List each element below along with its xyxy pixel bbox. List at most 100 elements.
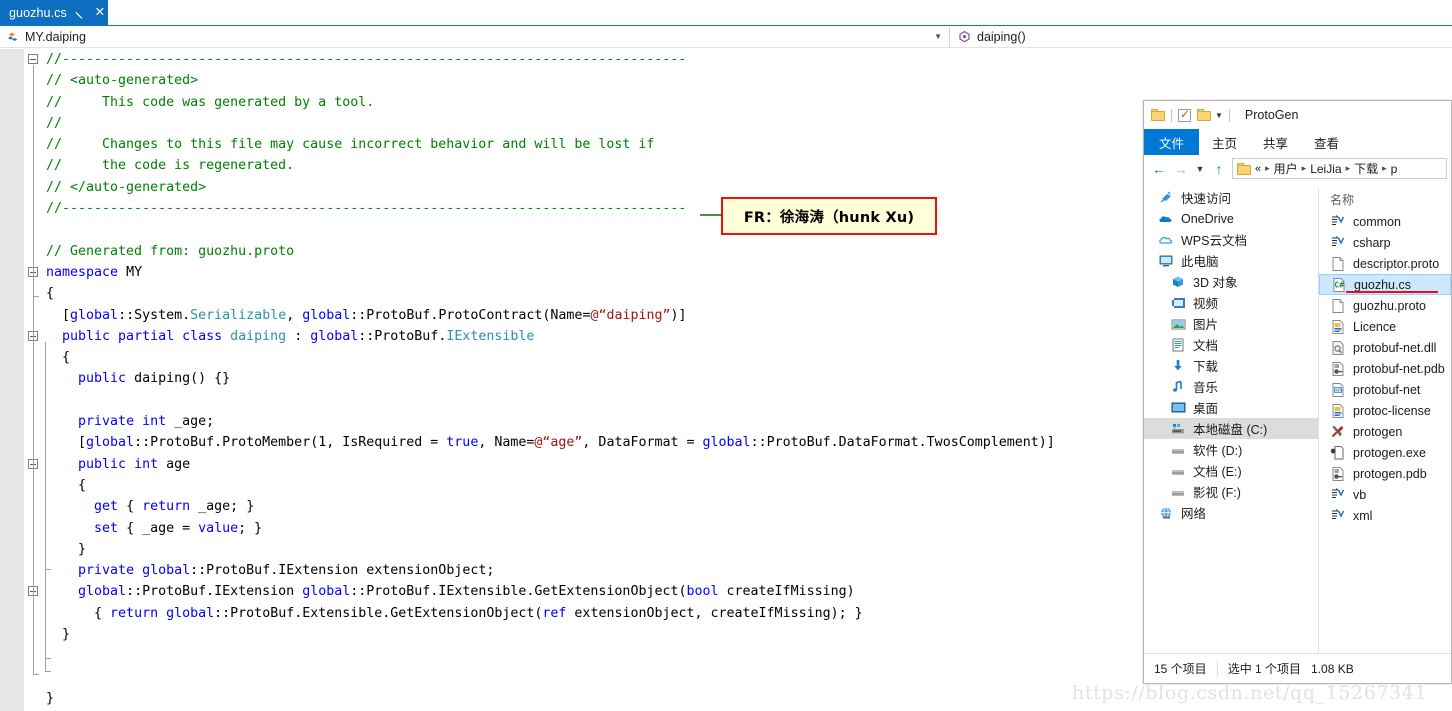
code-token: _age;: [166, 414, 215, 430]
outline-rail: [33, 278, 34, 674]
file-row[interactable]: csharp: [1319, 232, 1451, 253]
code-token: private int: [78, 414, 167, 430]
code-token: set: [94, 520, 119, 536]
script-icon: [1330, 487, 1346, 503]
code-token: , DataFormat =: [582, 435, 703, 451]
code-token: ::ProtoBuf.ProtoContract(Name=: [350, 307, 591, 323]
arrow-right-icon[interactable]: →: [1170, 158, 1192, 180]
nav-item-12[interactable]: 本地磁盘 (C:): [1144, 418, 1318, 439]
code-token: //--------------------------------------…: [46, 52, 687, 67]
nav-item-11[interactable]: 桌面: [1144, 397, 1318, 418]
code-token: extensionObject, createIfMissing); }: [566, 605, 863, 621]
close-icon[interactable]: ✕: [95, 6, 105, 19]
nav-item-15[interactable]: 影视 (F:): [1144, 481, 1318, 502]
nav-item-16[interactable]: 网络: [1144, 502, 1318, 523]
member-dropdown[interactable]: daiping(): [950, 27, 1452, 47]
code-token: global: [702, 435, 751, 451]
nav-item-8[interactable]: 文档: [1144, 334, 1318, 355]
explorer-file-pane[interactable]: 名称 common csharp descriptor.proto C# guozhu.…: [1319, 187, 1451, 653]
file-row[interactable]: C# guozhu.cs: [1319, 274, 1451, 295]
chevron-down-icon[interactable]: ▼: [1215, 111, 1223, 120]
file-row[interactable]: guozhu.proto: [1319, 295, 1451, 316]
nav-item-13[interactable]: 软件 (D:): [1144, 439, 1318, 460]
drive-icon: [1170, 484, 1187, 500]
column-header-name[interactable]: 名称: [1319, 187, 1451, 211]
3d-objects-icon: [1170, 274, 1187, 290]
breadcrumb-item[interactable]: LeiJia: [1310, 162, 1341, 176]
properties-checkbox-icon[interactable]: [1178, 107, 1191, 122]
scope-dropdown[interactable]: MY.daiping ▼: [0, 26, 950, 47]
file-row[interactable]: vb: [1319, 484, 1451, 505]
file-row[interactable]: Licence: [1319, 316, 1451, 337]
nav-item-5[interactable]: 3D 对象: [1144, 271, 1318, 292]
nav-item-10[interactable]: 音乐: [1144, 376, 1318, 397]
nav-item-3[interactable]: WPS云文档: [1144, 229, 1318, 250]
ribbon-tab-3[interactable]: 共享: [1250, 129, 1301, 155]
nav-item-2[interactable]: OneDrive: [1144, 208, 1318, 229]
callout-leader-line: [700, 214, 723, 216]
file-row[interactable]: common: [1319, 211, 1451, 232]
code-token: global: [78, 584, 127, 600]
breadcrumb-item[interactable]: 用户: [1274, 160, 1298, 177]
local-disk-icon: [1170, 421, 1187, 437]
nav-item-7[interactable]: 图片: [1144, 313, 1318, 334]
file-row[interactable]: protobuf-net.dll: [1319, 337, 1451, 358]
arrow-left-icon[interactable]: ←: [1148, 158, 1170, 180]
file-name-label: descriptor.proto: [1353, 256, 1440, 271]
code-token: public partial class: [62, 328, 223, 344]
nav-item-label: 影视 (F:): [1193, 486, 1241, 500]
address-breadcrumb-input[interactable]: «▸ 用户 ▸ LeiJia ▸ 下载 ▸ p: [1232, 158, 1447, 179]
file-row[interactable]: protogen: [1319, 421, 1451, 442]
breadcrumb-item[interactable]: p: [1391, 162, 1398, 176]
chevron-down-icon[interactable]: ▼: [1192, 158, 1208, 180]
file-name-label: guozhu.cs: [1354, 277, 1411, 292]
script-icon: [1330, 235, 1346, 251]
code-token: createIfMissing): [718, 584, 855, 600]
nav-item-14[interactable]: 文档 (E:): [1144, 460, 1318, 481]
nav-item-9[interactable]: 下载: [1144, 355, 1318, 376]
file-list[interactable]: common csharp descriptor.proto C# guozhu.cs g…: [1319, 211, 1451, 526]
code-token: global: [142, 563, 191, 579]
file-name-label: csharp: [1353, 235, 1391, 250]
explorer-window-title: ProtoGen: [1244, 108, 1299, 122]
file-row[interactable]: protobuf-net.pdb: [1319, 358, 1451, 379]
breadcrumb-item[interactable]: 下载: [1354, 160, 1378, 177]
new-folder-icon[interactable]: [1197, 109, 1211, 121]
file-name-label: protobuf-net.dll: [1353, 340, 1437, 355]
ribbon-tab-1[interactable]: 文件: [1144, 129, 1200, 155]
pin-icon[interactable]: ⚊: [73, 4, 91, 22]
videos-icon: [1170, 295, 1187, 311]
code-token: namespace: [46, 264, 119, 280]
file-row[interactable]: descriptor.proto: [1319, 253, 1451, 274]
nav-item-label: 下载: [1193, 360, 1219, 374]
file-name-label: protogen.pdb: [1353, 466, 1427, 481]
file-row[interactable]: </> protobuf-net: [1319, 379, 1451, 400]
chevron-down-icon[interactable]: ▼: [934, 32, 942, 41]
explorer-navigation-pane[interactable]: 快速访问 OneDrive WPS云文档此电脑 3D 对象 视频 图片 文档下载音乐 桌面 本地…: [1144, 187, 1318, 653]
nav-item-1[interactable]: 快速访问: [1144, 187, 1318, 208]
file-explorer-window[interactable]: ▼ ProtoGen 文件主页共享查看 ← → ▼ ↑ «▸用户▸LeiJia▸…: [1143, 100, 1452, 684]
code-token: public: [78, 371, 127, 387]
file-row[interactable]: protogen.exe: [1319, 442, 1451, 463]
fold-toggle-icon[interactable]: [28, 54, 38, 64]
selection-size: 1.08 KB: [1311, 661, 1354, 676]
file-row[interactable]: protogen.pdb: [1319, 463, 1451, 484]
file-row[interactable]: protoc-license: [1319, 400, 1451, 421]
editor-gutter: [0, 49, 24, 711]
explorer-address-bar: ← → ▼ ↑ «▸ 用户 ▸ LeiJia ▸ 下载 ▸ p: [1144, 155, 1451, 182]
nav-item-4[interactable]: 此电脑: [1144, 250, 1318, 271]
ribbon-tab-2[interactable]: 主页: [1199, 129, 1250, 155]
tab-guozhu-cs[interactable]: guozhu.cs ⚊ ✕: [0, 0, 108, 25]
folder-icon[interactable]: [1151, 109, 1165, 121]
text-file-icon: [1330, 319, 1346, 335]
item-count: 15 个项目: [1154, 662, 1207, 676]
breadcrumb-root[interactable]: «: [1255, 163, 1261, 175]
script-icon: [1330, 508, 1346, 524]
file-row[interactable]: xml: [1319, 505, 1451, 526]
ribbon-tab-4[interactable]: 查看: [1301, 129, 1352, 155]
arrow-up-icon[interactable]: ↑: [1208, 158, 1230, 180]
nav-item-6[interactable]: 视频: [1144, 292, 1318, 313]
nav-item-label: 此电脑: [1181, 255, 1219, 269]
nav-item-label: 文档 (E:): [1193, 465, 1242, 479]
